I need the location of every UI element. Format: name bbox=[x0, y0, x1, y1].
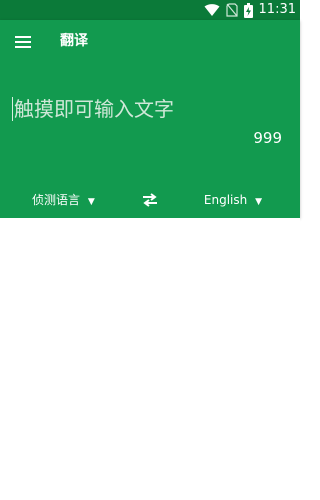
input-placeholder: 触摸即可输入文字 bbox=[14, 97, 174, 121]
text-cursor bbox=[12, 97, 13, 121]
language-selector-row: 侦测语言 ▼ English ▼ bbox=[0, 188, 300, 212]
target-language-label: English bbox=[203, 193, 248, 207]
target-language-dropdown[interactable]: English ▼ bbox=[204, 188, 262, 214]
char-limit-counter: 999 bbox=[253, 129, 282, 147]
translation-result-area bbox=[0, 218, 300, 500]
chevron-down-icon: ▼ bbox=[87, 197, 95, 207]
battery-charging-icon bbox=[243, 2, 253, 18]
menu-button[interactable] bbox=[14, 32, 34, 52]
app-bar: 翻译 触摸即可输入文字 999 侦测语言 ▼ English ▼ bbox=[0, 20, 300, 218]
swap-languages-button[interactable] bbox=[140, 190, 160, 210]
wifi-icon bbox=[204, 4, 220, 16]
status-icons: 11:31 bbox=[204, 2, 296, 18]
status-bar: 11:31 bbox=[0, 0, 300, 20]
no-sim-icon bbox=[225, 3, 238, 17]
source-language-label: 侦测语言 bbox=[32, 193, 81, 207]
swap-arrows-icon bbox=[143, 193, 157, 207]
status-time: 11:31 bbox=[258, 2, 296, 17]
chevron-down-icon: ▼ bbox=[255, 197, 262, 207]
source-language-dropdown[interactable]: 侦测语言 ▼ bbox=[32, 188, 95, 214]
app-title: 翻译 bbox=[60, 33, 88, 49]
translation-input[interactable]: 触摸即可输入文字 bbox=[12, 94, 288, 128]
